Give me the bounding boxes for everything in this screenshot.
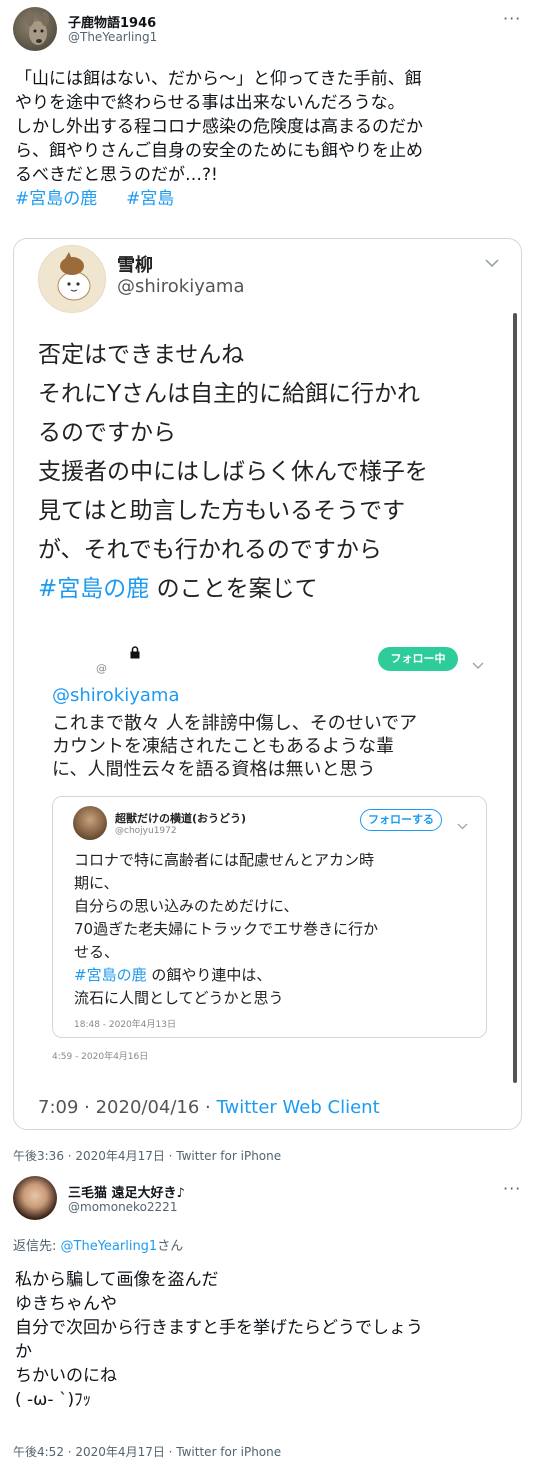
reply-suffix: さん	[157, 1239, 184, 1254]
quoted-tweet: 超獣だけの横道(おうどう) @chojyu1972 フォローする コロナで特に高…	[52, 796, 487, 1038]
screenshot-line-rest: のことを案じて	[149, 576, 318, 602]
tweet-timestamp[interactable]: 午後3:36 · 2020年4月17日 · Twitter for iPhone	[13, 1147, 281, 1164]
follow-button: フォローする	[360, 809, 442, 831]
lock-icon	[129, 644, 141, 663]
quoted-line: #宮島の鹿 の餌やり連中は、	[74, 964, 474, 987]
tweet-line: ( -ω- `)ﾌｯ	[15, 1390, 92, 1410]
footer-time: 7:09 · 2020/04/16 ·	[38, 1097, 217, 1118]
reply-to-link[interactable]: @TheYearling1	[61, 1239, 158, 1254]
reply-prefix: 返信先:	[13, 1239, 61, 1254]
screenshot-line: #宮島の鹿 のことを案じて	[38, 570, 498, 609]
author-handle[interactable]: @momoneko2221	[68, 1200, 177, 1214]
hashtag-link[interactable]: #宮島	[126, 189, 174, 209]
tweet-line: 「山には餌はない、だから〜」と仰ってきた手前、餌	[15, 69, 422, 89]
quoted-timestamp: 18:48 - 2020年4月13日	[74, 1020, 176, 1030]
screenshot-author-name: 雪柳	[117, 255, 153, 276]
following-button: フォロー中	[378, 647, 458, 671]
chevron-down-icon	[457, 815, 468, 834]
quoted-author-name: 超獣だけの横道(おうどう)	[115, 812, 247, 825]
at-symbol: @	[96, 662, 107, 675]
chevron-down-icon	[472, 655, 484, 674]
quoted-line: 自分らの思い込みのためだけに、	[74, 897, 299, 915]
tweet-timestamp[interactable]: 午後4:52 · 2020年4月17日 · Twitter for iPhone	[13, 1443, 281, 1460]
screenshot-hashtag: #宮島の鹿	[38, 576, 150, 602]
tweet-line: 自分で次回から行きますと手を挙げたらどうでしょう	[15, 1318, 423, 1338]
screenshot-line: るのですから	[38, 420, 176, 446]
hashtag-row: #宮島の鹿 #宮島	[15, 187, 525, 211]
quoted-line: せる、	[74, 943, 120, 961]
tweet-line: ちかいのにね	[15, 1366, 117, 1386]
screenshot-line: 否定はできませんね	[38, 342, 245, 368]
quoted-hashtag: #宮島の鹿	[74, 966, 147, 984]
tweet-line: しかし外出する程コロナ感染の危険度は高まるのだか	[15, 117, 423, 137]
author-handle[interactable]: @TheYearling1	[68, 30, 157, 44]
avatar-momoneko[interactable]	[13, 1176, 57, 1220]
tweet-line: ゆきちゃんや	[15, 1294, 117, 1314]
quoted-line-rest: の餌やり連中は、	[146, 966, 272, 984]
screenshot-line: 支援者の中にはしばらく休んで様子を	[38, 459, 428, 485]
reply-body: これまで散々 人を誹謗中傷し、そのせいでア カウントを凍結されたこともあるような…	[52, 712, 512, 781]
quoted-line: 流石に人間としてどうかと思う	[74, 989, 284, 1007]
avatar-chojyu	[73, 806, 107, 840]
screenshot-line: 見てはと助言した方もいるそうです	[38, 498, 406, 524]
attached-image[interactable]: 雪柳 @shirokiyama 否定はできませんね それにYさんは自主的に給餌に…	[13, 238, 522, 1130]
quoted-body: コロナで特に高齢者には配慮せんとアカン時 期に、 自分らの思い込みのためだけに、…	[74, 849, 474, 1010]
deer-icon	[26, 12, 49, 45]
reply-to: 返信先: @TheYearling1さん	[13, 1235, 183, 1254]
tweet-line: ら、餌やりさんご自身の安全のためにも餌やりを止め	[15, 141, 423, 161]
hashtag-link[interactable]: #宮島の鹿	[15, 189, 97, 209]
avatar-yukiyanagi	[38, 245, 106, 313]
screenshot-line: それにYさんは自主的に給餌に行かれ	[38, 381, 421, 407]
cat-illustration-icon	[57, 252, 91, 301]
reply-timestamp: 4:59 - 2020年4月16日	[52, 1052, 149, 1062]
tweet-line: やりを途中で終わらせる事は出来ないんだろうな。	[15, 93, 405, 113]
quoted-line: 70過ぎた老夫婦にトラックでエサ巻きに行か	[74, 920, 379, 938]
quoted-line: 期に、	[74, 874, 119, 892]
tweet-body: 私から騙して画像を盗んだ ゆきちゃんや 自分で次回から行きますと手を挙げたらどう…	[15, 1268, 525, 1412]
scrollbar[interactable]	[513, 313, 517, 1083]
screenshot-line: が、それでも行かれるのですから	[38, 537, 382, 563]
tweet-body: 「山には餌はない、だから〜」と仰ってきた手前、餌 やりを途中で終わらせる事は出来…	[15, 67, 525, 211]
quoted-author-handle: @chojyu1972	[115, 826, 177, 836]
screenshot-author-handle: @shirokiyama	[117, 276, 245, 297]
avatar-deer[interactable]	[13, 7, 57, 51]
quoted-line: コロナで特に高齢者には配慮せんとアカン時	[74, 851, 375, 869]
reply-line: これまで散々 人を誹謗中傷し、そのせいでア	[52, 713, 418, 734]
chevron-down-icon	[484, 253, 500, 272]
more-options-icon[interactable]: ···	[503, 1179, 521, 1198]
tweet-line: か	[15, 1342, 32, 1362]
author-name[interactable]: 三毛猫 遠足大好き♪	[68, 1182, 185, 1201]
tweet-line: 私から騙して画像を盗んだ	[15, 1270, 219, 1290]
more-options-icon[interactable]: ···	[503, 9, 521, 28]
reply-mention: @shirokiyama	[52, 685, 180, 706]
author-name[interactable]: 子鹿物語1946	[68, 12, 156, 31]
tweet-line: るべきだと思うのだが…?!	[15, 165, 218, 185]
reply-line: に、人間性云々を語る資格は無いと思う	[52, 759, 376, 780]
reply-line: カウントを凍結されたこともあるような輩	[52, 736, 394, 757]
screenshot-footer: 7:09 · 2020/04/16 · Twitter Web Client	[38, 1097, 380, 1118]
screenshot-tweet-body: 否定はできませんね それにYさんは自主的に給餌に行かれ るのですから 支援者の中…	[38, 336, 498, 609]
footer-client: Twitter Web Client	[216, 1097, 380, 1118]
